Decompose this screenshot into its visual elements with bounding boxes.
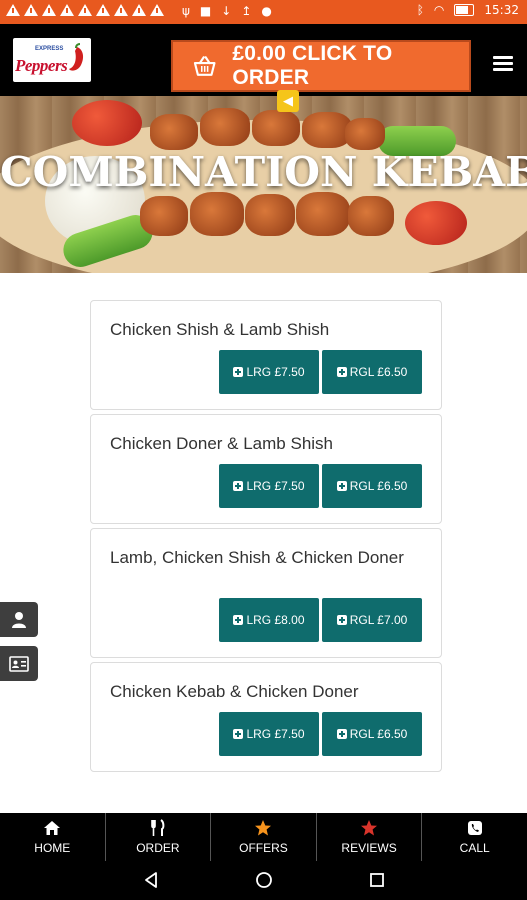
plus-icon [336, 615, 347, 625]
contact-tab[interactable] [0, 646, 38, 681]
page-title: COMBINATION KEBABS [0, 148, 527, 196]
wifi-icon: ◠ [433, 3, 445, 17]
back-icon[interactable] [143, 871, 159, 889]
add-large-button[interactable]: LRG £8.00 [219, 598, 319, 642]
warning-icon [132, 4, 146, 16]
plus-icon [233, 729, 244, 739]
warning-icon [6, 4, 20, 16]
home-circle-icon[interactable] [255, 871, 273, 889]
menu-item-card: Lamb, Chicken Shish & Chicken Doner LRG … [90, 528, 442, 658]
menu-item-name: Chicken Doner & Lamb Shish [110, 434, 334, 453]
cutlery-icon [151, 819, 165, 836]
star-icon [361, 820, 378, 836]
nav-call[interactable]: CALL [422, 813, 527, 861]
plus-icon [233, 615, 244, 625]
download-icon: ↓ [221, 4, 232, 18]
add-regular-button[interactable]: RGL £6.50 [322, 464, 422, 508]
tomato-image [72, 100, 142, 146]
click-to-order-button[interactable]: £0.00 CLICK TO ORDER [171, 40, 471, 92]
contact-card-icon [9, 655, 29, 672]
system-nav-bar [0, 861, 527, 900]
warning-icon [150, 4, 164, 16]
nav-call-label: CALL [459, 841, 490, 855]
warning-icon [24, 4, 38, 16]
large-price-label: LRG £7.50 [246, 727, 305, 741]
logo-subtext: EXPRESS [35, 46, 64, 52]
status-time: 15:32 [484, 3, 519, 17]
regular-price-label: RGL £6.50 [349, 365, 408, 379]
warning-icon [96, 4, 110, 16]
regular-price-label: RGL £6.50 [349, 727, 408, 741]
nav-home[interactable]: HOME [0, 813, 106, 861]
hero-banner: COMBINATION KEBABS [0, 96, 527, 273]
plus-icon [336, 367, 347, 377]
app-header: EXPRESS Peppers £0.00 CLICK TO ORDER [0, 24, 527, 96]
large-price-label: LRG £8.00 [246, 613, 305, 627]
plus-icon [336, 481, 347, 491]
nav-reviews[interactable]: REVIEWS [317, 813, 423, 861]
bluetooth-icon: ᛒ [416, 3, 424, 17]
chili-icon [69, 43, 84, 71]
nav-reviews-label: REVIEWS [341, 841, 397, 855]
back-arrow-icon[interactable]: ◀ [277, 90, 299, 112]
battery-icon [454, 4, 475, 16]
order-button-label: £0.00 CLICK TO ORDER [232, 42, 393, 89]
warning-icon [114, 4, 128, 16]
usb-icon: ψ [182, 4, 190, 18]
menu-item-name: Chicken Shish & Lamb Shish [110, 320, 330, 339]
add-regular-button[interactable]: RGL £6.50 [322, 350, 422, 394]
plus-icon [233, 481, 244, 491]
nav-home-label: HOME [34, 841, 71, 855]
add-large-button[interactable]: LRG £7.50 [219, 712, 319, 756]
bottom-nav: HOME ORDER OFFERS REVIEWS CALL [0, 813, 527, 861]
add-large-button[interactable]: LRG £7.50 [219, 464, 319, 508]
phone-icon [467, 821, 482, 835]
upload-icon: ↥ [241, 4, 252, 18]
add-regular-button[interactable]: RGL £7.00 [322, 598, 422, 642]
regular-price-label: RGL £6.50 [349, 479, 408, 493]
nav-order-label: ORDER [136, 841, 180, 855]
warning-icon [60, 4, 74, 16]
menu-item-card: Chicken Shish & Lamb Shish LRG £7.50 RGL… [90, 300, 442, 410]
star-icon [255, 820, 272, 836]
logo-text: Peppers [15, 56, 68, 75]
menu-item-name: Lamb, Chicken Shish & Chicken Doner [110, 548, 404, 567]
menu-icon[interactable] [493, 56, 513, 72]
plus-icon [336, 729, 347, 739]
user-icon [12, 611, 26, 628]
nav-offers[interactable]: OFFERS [211, 813, 317, 861]
home-icon [44, 821, 61, 835]
status-bar: ψ ■ ↓ ↥ ● ᛒ ◠ 15:32 [0, 0, 527, 24]
regular-price-label: RGL £7.00 [349, 613, 408, 627]
location-icon: ● [261, 4, 272, 18]
nav-offers-label: OFFERS [239, 841, 288, 855]
warning-icon [42, 4, 56, 16]
menu-item-card: Chicken Kebab & Chicken Doner LRG £7.50 … [90, 662, 442, 772]
lock-icon: ■ [199, 4, 212, 18]
tomato-image [405, 201, 467, 245]
large-price-label: LRG £7.50 [246, 365, 305, 379]
menu-item-card: Chicken Doner & Lamb Shish LRG £7.50 RGL… [90, 414, 442, 524]
add-large-button[interactable]: LRG £7.50 [219, 350, 319, 394]
recents-icon[interactable] [369, 871, 385, 889]
logo[interactable]: EXPRESS Peppers [13, 38, 91, 82]
plus-icon [233, 367, 244, 377]
account-tab[interactable] [0, 602, 38, 637]
warning-icon [78, 4, 92, 16]
large-price-label: LRG £7.50 [246, 479, 305, 493]
menu-item-name: Chicken Kebab & Chicken Doner [110, 682, 359, 701]
add-regular-button[interactable]: RGL £6.50 [322, 712, 422, 756]
nav-order[interactable]: ORDER [106, 813, 212, 861]
basket-icon [193, 56, 216, 76]
notification-icons [6, 4, 164, 16]
